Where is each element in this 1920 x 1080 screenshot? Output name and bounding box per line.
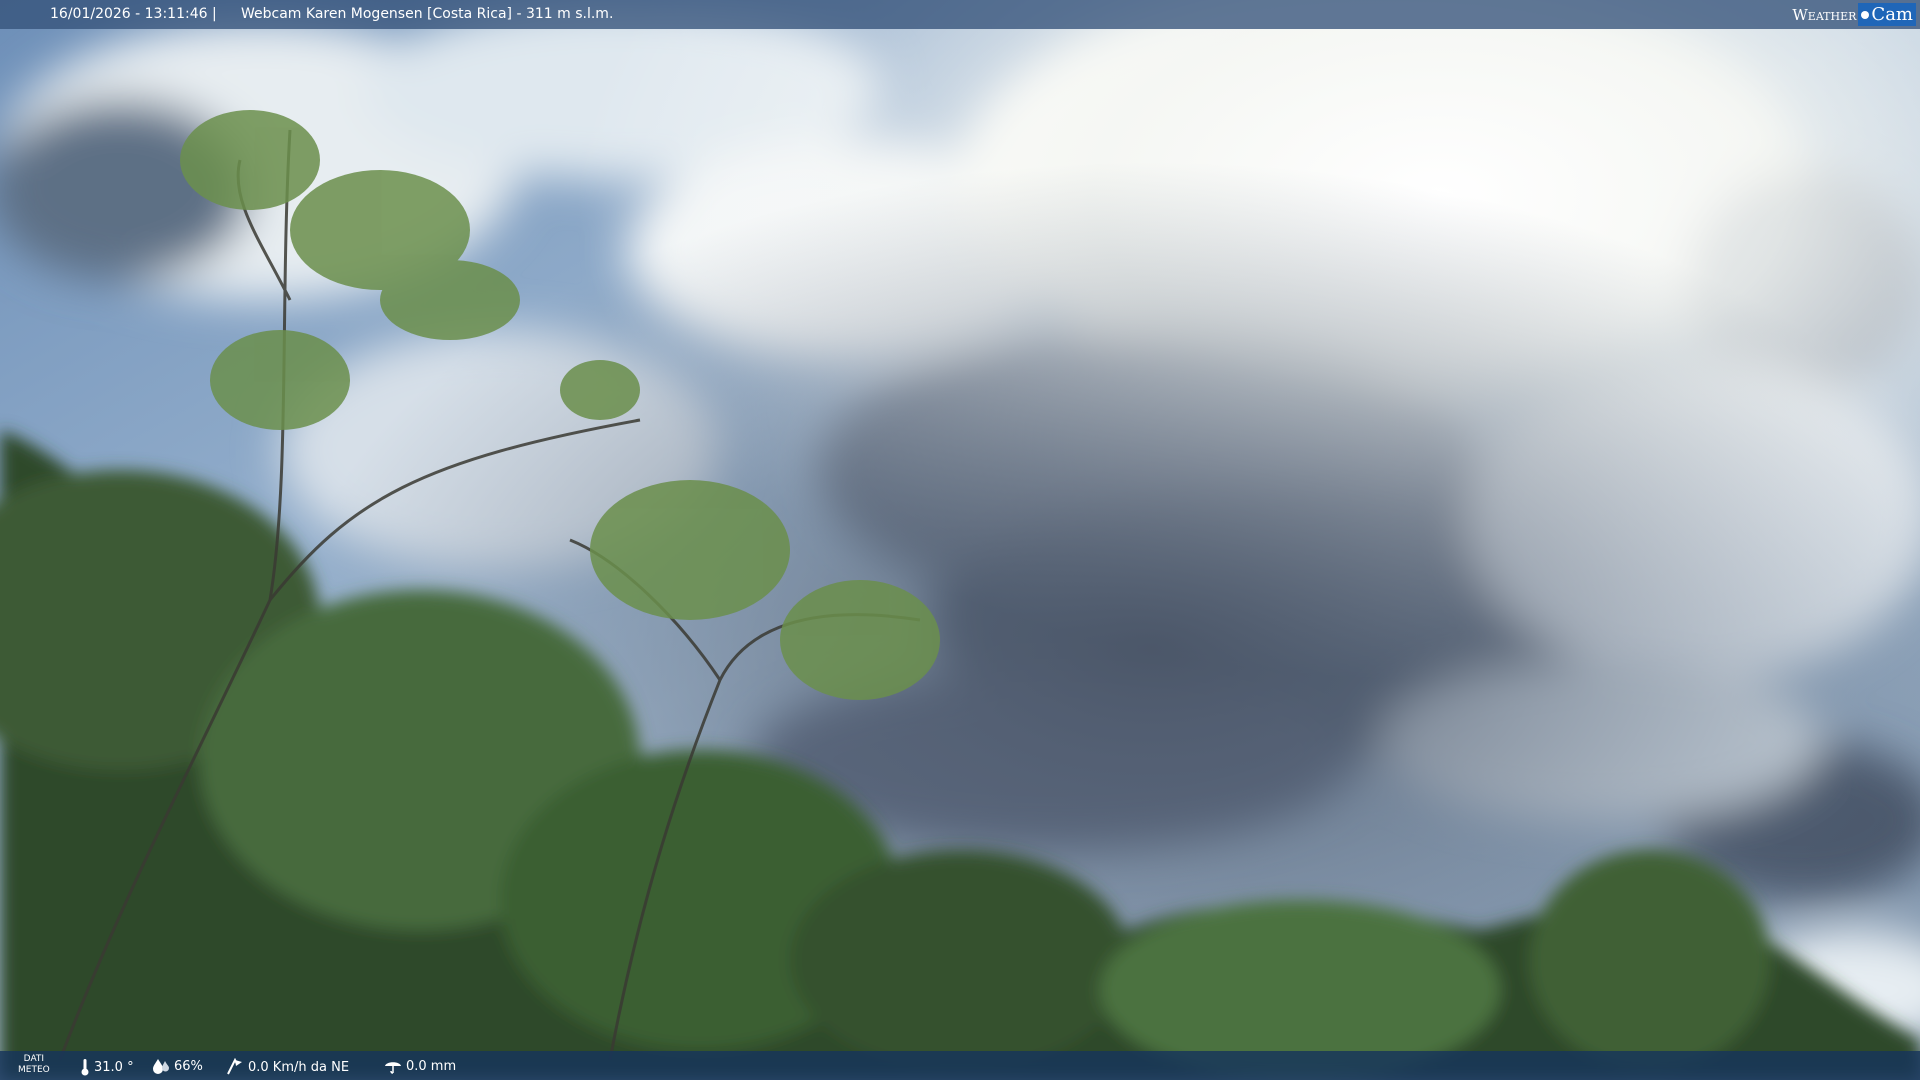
logo-text-cam: Cam [1871,4,1913,25]
logo-text-weather: Weather [1792,5,1857,24]
thermometer-icon [81,1059,89,1076]
separator: | [212,6,217,22]
humidity-item: 66% [152,1058,203,1074]
camera-title: Webcam Karen Mogensen [Costa Rica] - 311… [241,6,614,22]
weather-bar: DATI METEO 31.0 ° 66% 0.0 Km/h da NE 0.0… [0,1051,1920,1080]
header-bar: 16/01/2026 - 13:11:46 | Webcam Karen Mog… [0,0,1920,29]
weather-label-line1: DATI [23,1054,45,1064]
rain-item: 0.0 mm [384,1058,456,1074]
webcam-image [0,0,1920,1080]
temperature-value: 31.0 ° [94,1059,134,1075]
weather-label-line2: METEO [18,1065,50,1075]
temperature-item: 31.0 ° [80,1058,134,1076]
rain-value: 0.0 mm [406,1058,457,1074]
wind-item: 0.0 Km/h da NE [226,1058,349,1076]
weather-label: DATI METEO [18,1054,50,1076]
humidity-icon [153,1059,169,1074]
weathercam-logo: Weather Cam [1792,0,1920,29]
wind-value: 0.0 Km/h da NE [248,1059,350,1075]
humidity-value: 66% [174,1058,203,1074]
datetime-text: 16/01/2026 - 13:11:46 [50,6,208,22]
wind-icon [227,1058,242,1075]
rain-icon [385,1062,401,1074]
logo-dot-icon [1861,10,1870,19]
